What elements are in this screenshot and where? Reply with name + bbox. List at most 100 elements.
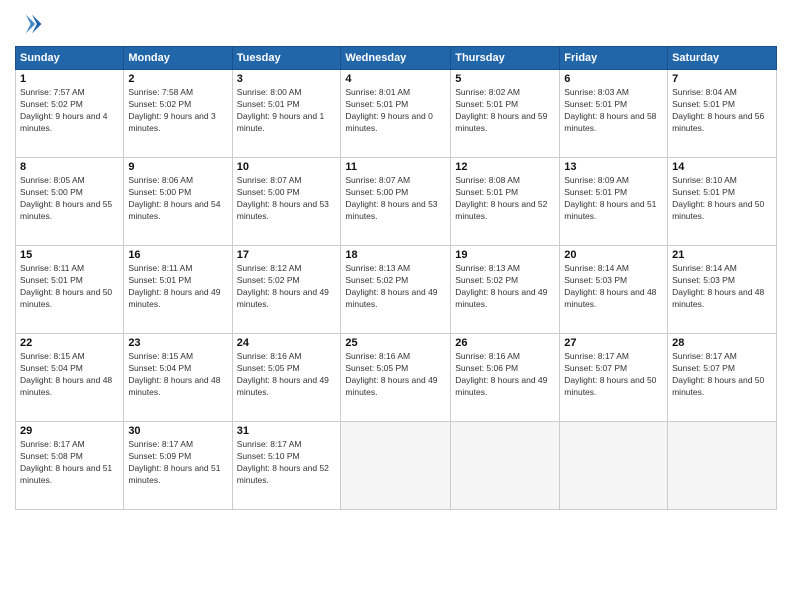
- calendar-day: 16 Sunrise: 8:11 AMSunset: 5:01 PMDayligh…: [124, 246, 232, 334]
- day-detail: Sunrise: 8:17 AMSunset: 5:07 PMDaylight:…: [672, 351, 772, 399]
- day-number: 9: [128, 161, 227, 173]
- weekday-header: Wednesday: [341, 47, 451, 70]
- day-detail: Sunrise: 8:14 AMSunset: 5:03 PMDaylight:…: [564, 263, 663, 311]
- calendar-day: 29Sunrise: 8:17 AMSunset: 5:08 PMDayligh…: [16, 422, 124, 510]
- weekday-header-row: SundayMondayTuesdayWednesdayThursdayFrid…: [16, 47, 777, 70]
- day-number: 5: [455, 73, 555, 85]
- day-number: 13: [564, 161, 663, 173]
- calendar-week-row: 8Sunrise: 8:05 AMSunset: 5:00 PMDaylight…: [16, 158, 777, 246]
- day-number: 6: [564, 73, 663, 85]
- weekday-header: Thursday: [451, 47, 560, 70]
- calendar-day: 21 Sunrise: 8:14 AMSunset: 5:03 PMDayligh…: [668, 246, 777, 334]
- calendar-day: [341, 422, 451, 510]
- day-number: 12: [455, 161, 555, 173]
- day-detail: Sunrise: 8:13 AMSunset: 5:02 PMDaylight:…: [455, 263, 555, 311]
- calendar-day: 30 Sunrise: 8:17 AMSunset: 5:09 PMDayligh…: [124, 422, 232, 510]
- day-number: 16: [128, 249, 227, 261]
- day-number: 14: [672, 161, 772, 173]
- day-number: 4: [345, 73, 446, 85]
- calendar-day: 20 Sunrise: 8:14 AMSunset: 5:03 PMDayligh…: [560, 246, 668, 334]
- calendar-day: 25Sunrise: 8:16 AMSunset: 5:05 PMDayligh…: [341, 334, 451, 422]
- calendar-day: 12 Sunrise: 8:08 AMSunset: 5:01 PMDayligh…: [451, 158, 560, 246]
- calendar-day: 1 Sunrise: 7:57 AMSunset: 5:02 PMDaylight…: [16, 70, 124, 158]
- day-number: 31: [237, 425, 337, 437]
- day-detail: Sunrise: 8:16 AMSunset: 5:06 PMDaylight:…: [455, 351, 555, 399]
- day-number: 17: [237, 249, 337, 261]
- day-detail: Sunrise: 8:01 AMSunset: 5:01 PMDaylight:…: [345, 87, 446, 135]
- day-detail: Sunrise: 8:14 AMSunset: 5:03 PMDaylight:…: [672, 263, 772, 311]
- calendar-day: 2 Sunrise: 7:58 AMSunset: 5:02 PMDaylight…: [124, 70, 232, 158]
- calendar-day: 10Sunrise: 8:07 AMSunset: 5:00 PMDayligh…: [232, 158, 341, 246]
- calendar-day: [560, 422, 668, 510]
- day-detail: Sunrise: 8:09 AMSunset: 5:01 PMDaylight:…: [564, 175, 663, 223]
- day-detail: Sunrise: 8:00 AMSunset: 5:01 PMDaylight:…: [237, 87, 337, 135]
- day-detail: Sunrise: 8:08 AMSunset: 5:01 PMDaylight:…: [455, 175, 555, 223]
- calendar: SundayMondayTuesdayWednesdayThursdayFrid…: [15, 46, 777, 510]
- day-detail: Sunrise: 8:07 AMSunset: 5:00 PMDaylight:…: [345, 175, 446, 223]
- day-number: 18: [345, 249, 446, 261]
- calendar-day: 28 Sunrise: 8:17 AMSunset: 5:07 PMDayligh…: [668, 334, 777, 422]
- day-number: 27: [564, 337, 663, 349]
- day-detail: Sunrise: 8:17 AMSunset: 5:09 PMDaylight:…: [128, 439, 227, 487]
- calendar-week-row: 1 Sunrise: 7:57 AMSunset: 5:02 PMDaylight…: [16, 70, 777, 158]
- calendar-day: 27 Sunrise: 8:17 AMSunset: 5:07 PMDayligh…: [560, 334, 668, 422]
- calendar-day: 22Sunrise: 8:15 AMSunset: 5:04 PMDayligh…: [16, 334, 124, 422]
- day-detail: Sunrise: 8:15 AMSunset: 5:04 PMDaylight:…: [20, 351, 119, 399]
- day-detail: Sunrise: 8:17 AMSunset: 5:10 PMDaylight:…: [237, 439, 337, 487]
- day-detail: Sunrise: 8:07 AMSunset: 5:00 PMDaylight:…: [237, 175, 337, 223]
- day-detail: Sunrise: 8:02 AMSunset: 5:01 PMDaylight:…: [455, 87, 555, 135]
- day-detail: Sunrise: 8:12 AMSunset: 5:02 PMDaylight:…: [237, 263, 337, 311]
- day-number: 23: [128, 337, 227, 349]
- day-detail: Sunrise: 7:57 AMSunset: 5:02 PMDaylight:…: [20, 87, 119, 135]
- day-number: 1: [20, 73, 119, 85]
- day-number: 21: [672, 249, 772, 261]
- calendar-day: 7 Sunrise: 8:04 AMSunset: 5:01 PMDaylight…: [668, 70, 777, 158]
- weekday-header: Saturday: [668, 47, 777, 70]
- day-detail: Sunrise: 8:10 AMSunset: 5:01 PMDaylight:…: [672, 175, 772, 223]
- day-number: 11: [345, 161, 446, 173]
- calendar-day: 8Sunrise: 8:05 AMSunset: 5:00 PMDaylight…: [16, 158, 124, 246]
- calendar-day: 9 Sunrise: 8:06 AMSunset: 5:00 PMDaylight…: [124, 158, 232, 246]
- day-detail: Sunrise: 7:58 AMSunset: 5:02 PMDaylight:…: [128, 87, 227, 135]
- weekday-header: Sunday: [16, 47, 124, 70]
- weekday-header: Tuesday: [232, 47, 341, 70]
- day-detail: Sunrise: 8:11 AMSunset: 5:01 PMDaylight:…: [128, 263, 227, 311]
- calendar-day: 6 Sunrise: 8:03 AMSunset: 5:01 PMDaylight…: [560, 70, 668, 158]
- day-number: 24: [237, 337, 337, 349]
- calendar-day: 23 Sunrise: 8:15 AMSunset: 5:04 PMDayligh…: [124, 334, 232, 422]
- logo: [15, 10, 45, 38]
- day-number: 7: [672, 73, 772, 85]
- calendar-day: [451, 422, 560, 510]
- day-detail: Sunrise: 8:11 AMSunset: 5:01 PMDaylight:…: [20, 263, 119, 311]
- calendar-day: 11 Sunrise: 8:07 AMSunset: 5:00 PMDayligh…: [341, 158, 451, 246]
- day-detail: Sunrise: 8:04 AMSunset: 5:01 PMDaylight:…: [672, 87, 772, 135]
- logo-icon: [15, 10, 43, 38]
- day-number: 8: [20, 161, 119, 173]
- day-number: 20: [564, 249, 663, 261]
- header: [15, 10, 777, 38]
- calendar-day: 3 Sunrise: 8:00 AMSunset: 5:01 PMDaylight…: [232, 70, 341, 158]
- day-number: 26: [455, 337, 555, 349]
- calendar-week-row: 15Sunrise: 8:11 AMSunset: 5:01 PMDayligh…: [16, 246, 777, 334]
- day-detail: Sunrise: 8:13 AMSunset: 5:02 PMDaylight:…: [345, 263, 446, 311]
- day-detail: Sunrise: 8:03 AMSunset: 5:01 PMDaylight:…: [564, 87, 663, 135]
- day-detail: Sunrise: 8:17 AMSunset: 5:07 PMDaylight:…: [564, 351, 663, 399]
- day-number: 2: [128, 73, 227, 85]
- day-detail: Sunrise: 8:17 AMSunset: 5:08 PMDaylight:…: [20, 439, 119, 487]
- calendar-day: 31 Sunrise: 8:17 AMSunset: 5:10 PMDayligh…: [232, 422, 341, 510]
- day-number: 3: [237, 73, 337, 85]
- day-number: 30: [128, 425, 227, 437]
- calendar-week-row: 22Sunrise: 8:15 AMSunset: 5:04 PMDayligh…: [16, 334, 777, 422]
- calendar-day: 26 Sunrise: 8:16 AMSunset: 5:06 PMDayligh…: [451, 334, 560, 422]
- calendar-day: [668, 422, 777, 510]
- day-number: 19: [455, 249, 555, 261]
- day-detail: Sunrise: 8:15 AMSunset: 5:04 PMDaylight:…: [128, 351, 227, 399]
- day-detail: Sunrise: 8:16 AMSunset: 5:05 PMDaylight:…: [237, 351, 337, 399]
- calendar-day: 24 Sunrise: 8:16 AMSunset: 5:05 PMDayligh…: [232, 334, 341, 422]
- day-detail: Sunrise: 8:06 AMSunset: 5:00 PMDaylight:…: [128, 175, 227, 223]
- calendar-day: 14 Sunrise: 8:10 AMSunset: 5:01 PMDayligh…: [668, 158, 777, 246]
- calendar-day: 13 Sunrise: 8:09 AMSunset: 5:01 PMDayligh…: [560, 158, 668, 246]
- calendar-day: 19 Sunrise: 8:13 AMSunset: 5:02 PMDayligh…: [451, 246, 560, 334]
- calendar-day: 5 Sunrise: 8:02 AMSunset: 5:01 PMDaylight…: [451, 70, 560, 158]
- day-number: 28: [672, 337, 772, 349]
